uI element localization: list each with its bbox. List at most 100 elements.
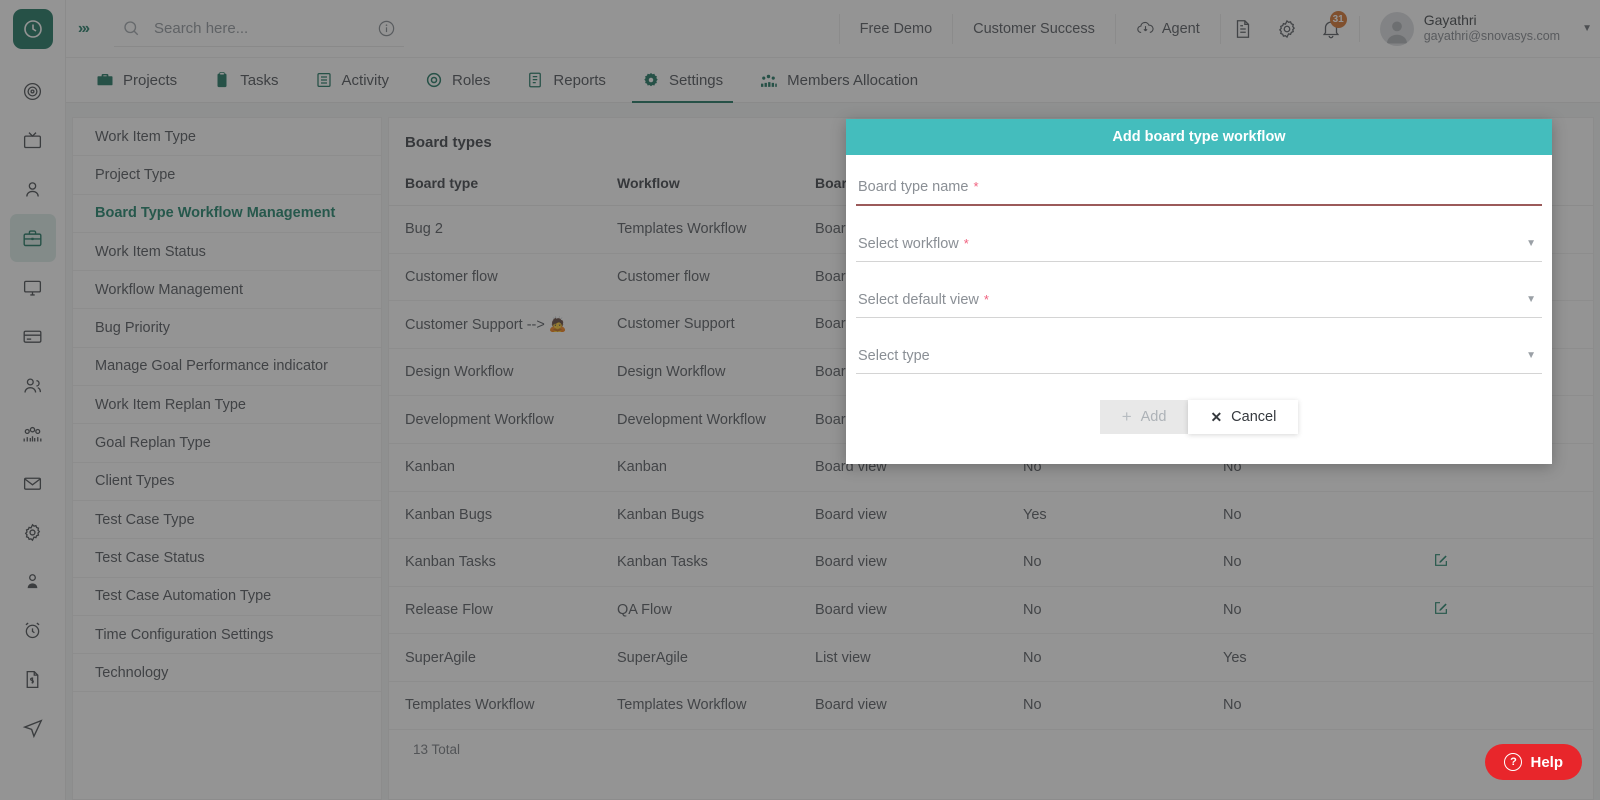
notifications-button[interactable]: 31 bbox=[1309, 9, 1353, 49]
modal-actions: + Add ✕ Cancel bbox=[856, 388, 1542, 456]
rail-item-invoice[interactable] bbox=[10, 655, 56, 703]
add-button[interactable]: + Add bbox=[1099, 399, 1189, 434]
sidebar-item-work-item-status[interactable]: Work Item Status bbox=[73, 233, 381, 272]
sidebar-item-time-configuration-settings[interactable]: Time Configuration Settings bbox=[73, 616, 381, 655]
monitor-icon bbox=[23, 280, 42, 296]
cell-workflow: QA Flow bbox=[601, 586, 799, 635]
cell-default: Yes bbox=[1007, 491, 1207, 540]
tab-activity[interactable]: Activity bbox=[297, 58, 408, 102]
team-icon bbox=[23, 426, 42, 441]
cell-actions bbox=[1417, 681, 1593, 730]
cell-view: Board view bbox=[799, 586, 1007, 635]
rail-item-settings[interactable] bbox=[10, 508, 56, 556]
table-row[interactable]: Kanban Tasks Kanban Tasks Board view No … bbox=[389, 538, 1593, 587]
agent-link[interactable]: Agent bbox=[1116, 13, 1221, 44]
rail-item-mail[interactable] bbox=[10, 459, 56, 507]
rail-item-users[interactable] bbox=[10, 361, 56, 409]
help-button[interactable]: ? Help bbox=[1485, 744, 1582, 780]
rail-item-card[interactable] bbox=[10, 312, 56, 360]
sidebar-item-test-case-automation-type[interactable]: Test Case Automation Type bbox=[73, 578, 381, 616]
cell-view: Board view bbox=[799, 491, 1007, 540]
board-type-name-field[interactable]: Board type name * bbox=[856, 179, 1542, 206]
select-default-view-field[interactable]: Select default view * ▼ bbox=[856, 292, 1542, 318]
sidebar-item-bug-priority[interactable]: Bug Priority bbox=[73, 309, 381, 348]
cell-workflow: Customer Support bbox=[601, 300, 799, 349]
rail-item-briefcase[interactable] bbox=[9, 214, 56, 262]
sidebar-item-board-type-workflow-management[interactable]: Board Type Workflow Management bbox=[73, 195, 381, 233]
tab-tasks[interactable]: Tasks bbox=[195, 58, 296, 102]
sidebar-item-manage-goal-performance-indicator[interactable]: Manage Goal Performance indicator bbox=[73, 348, 381, 387]
sidebar-item-work-item-replan-type[interactable]: Work Item Replan Type bbox=[73, 386, 381, 425]
cell-board-type: Release Flow bbox=[389, 586, 601, 635]
chevron-down-icon[interactable]: ▼ bbox=[1582, 23, 1592, 34]
chevron-down-icon[interactable]: ▼ bbox=[1526, 238, 1536, 249]
rail-item-target[interactable] bbox=[10, 67, 56, 115]
rail-item-user[interactable] bbox=[10, 165, 56, 213]
sidebar-item-goal-replan-type[interactable]: Goal Replan Type bbox=[73, 424, 381, 463]
tab-roles[interactable]: Roles bbox=[407, 58, 508, 102]
sidebar-item-technology[interactable]: Technology bbox=[73, 654, 381, 693]
select-type-field[interactable]: Select type ▼ bbox=[856, 348, 1542, 374]
column-header-workflow[interactable]: Workflow bbox=[601, 165, 799, 206]
document-icon[interactable] bbox=[1221, 9, 1265, 49]
cell-workflow: Design Workflow bbox=[601, 348, 799, 397]
table-row[interactable]: Release Flow QA Flow Board view No No bbox=[389, 586, 1593, 635]
sidebar-item-work-item-type[interactable]: Work Item Type bbox=[73, 118, 381, 157]
question-circle-icon: ? bbox=[1504, 753, 1523, 771]
edit-icon[interactable] bbox=[1433, 600, 1449, 616]
tab-settings[interactable]: Settings bbox=[624, 58, 741, 103]
rail-item-team[interactable] bbox=[10, 410, 56, 458]
cell-default: No bbox=[1007, 681, 1207, 730]
sidebar-item-client-types[interactable]: Client Types bbox=[73, 463, 381, 501]
table-row[interactable]: SuperAgile SuperAgile List view No Yes bbox=[389, 633, 1593, 682]
chevron-double-right-icon[interactable]: »› bbox=[68, 20, 98, 38]
gear-icon[interactable] bbox=[1265, 9, 1309, 49]
rail-item-send[interactable] bbox=[10, 704, 56, 752]
rail-item-tv[interactable] bbox=[10, 116, 56, 164]
search-input[interactable] bbox=[154, 19, 371, 37]
user-menu[interactable]: Gayathri gayathri@snovasys.com bbox=[1366, 11, 1572, 46]
free-demo-link[interactable]: Free Demo bbox=[838, 13, 954, 44]
cell-board-type: Templates Workflow bbox=[389, 681, 601, 730]
field-label-text: Board type name bbox=[858, 179, 969, 195]
field-label: Board type name * bbox=[856, 179, 1542, 204]
rail-item-person-badge[interactable] bbox=[10, 557, 56, 605]
rail-item-alarm[interactable] bbox=[10, 606, 56, 654]
cell-list: Yes bbox=[1207, 633, 1417, 682]
info-circle-icon[interactable] bbox=[377, 19, 396, 38]
sidebar-item-test-case-status[interactable]: Test Case Status bbox=[73, 539, 381, 578]
user-info: Gayathri gayathri@snovasys.com bbox=[1424, 12, 1560, 45]
brand-logo[interactable] bbox=[12, 9, 53, 49]
customer-success-link[interactable]: Customer Success bbox=[953, 13, 1116, 44]
cell-board-type: SuperAgile bbox=[389, 633, 601, 682]
chevron-down-icon[interactable]: ▼ bbox=[1526, 350, 1536, 361]
sidebar-item-workflow-management[interactable]: Workflow Management bbox=[73, 271, 381, 310]
sidebar-item-test-case-type[interactable]: Test Case Type bbox=[73, 501, 381, 540]
cell-list: No bbox=[1207, 681, 1417, 730]
help-label: Help bbox=[1530, 753, 1563, 771]
settings-sidebar: Work Item Type Project Type Board Type W… bbox=[72, 117, 382, 800]
edit-icon[interactable] bbox=[1433, 552, 1449, 568]
briefcase-icon bbox=[96, 71, 114, 89]
tab-label: Tasks bbox=[240, 71, 279, 89]
table-row[interactable]: Templates Workflow Templates Workflow Bo… bbox=[389, 681, 1593, 730]
tab-members-allocation[interactable]: Members Allocation bbox=[741, 58, 936, 102]
tab-reports[interactable]: Reports bbox=[508, 58, 624, 102]
cell-view: Board view bbox=[799, 538, 1007, 587]
rail-item-monitor[interactable] bbox=[10, 263, 56, 311]
tab-projects[interactable]: Projects bbox=[78, 58, 195, 102]
search-box[interactable] bbox=[114, 11, 404, 47]
user-name: Gayathri bbox=[1423, 11, 1477, 28]
cancel-button[interactable]: ✕ Cancel bbox=[1188, 399, 1299, 434]
sidebar-item-project-type[interactable]: Project Type bbox=[73, 156, 381, 195]
field-underline bbox=[856, 372, 1542, 374]
field-underline bbox=[856, 204, 1542, 206]
table-row[interactable]: Kanban Bugs Kanban Bugs Board view Yes N… bbox=[389, 491, 1593, 540]
tab-label: Settings bbox=[668, 71, 724, 89]
field-label: Select default view * bbox=[856, 292, 1542, 317]
column-header-board-type[interactable]: Board type bbox=[389, 165, 601, 206]
search-icon bbox=[122, 19, 140, 37]
modal-title: Add board type workflow bbox=[846, 119, 1552, 155]
select-workflow-field[interactable]: Select workflow * ▼ bbox=[856, 236, 1542, 262]
chevron-down-icon[interactable]: ▼ bbox=[1526, 294, 1536, 305]
